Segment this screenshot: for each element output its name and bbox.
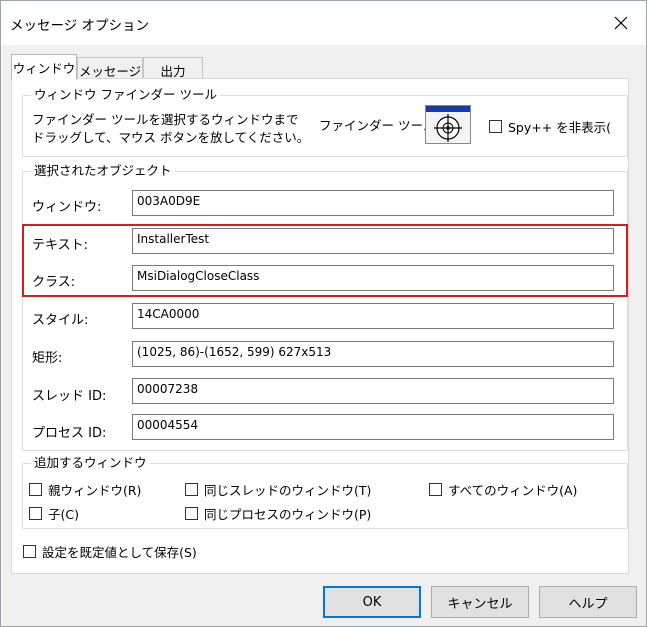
style-label: スタイル: (32, 313, 89, 328)
additional-windows-title: 追加するウィンドウ (31, 455, 150, 471)
thread-id-label: スレッド ID: (32, 389, 107, 404)
child-checkbox-box[interactable] (29, 507, 42, 520)
rect-label: 矩形: (32, 351, 63, 366)
same-thread-label: 同じスレッドのウィンドウ(T) (204, 483, 372, 498)
title-bar: メッセージ オプション (1, 1, 646, 45)
all-windows-checkbox-box[interactable] (429, 483, 442, 496)
cancel-button[interactable]: キャンセル (431, 586, 529, 618)
hide-spy-checkbox-box[interactable] (489, 120, 502, 133)
hide-spy-label: Spy++ を非表示( (508, 120, 612, 135)
same-process-checkbox-box[interactable] (185, 507, 198, 520)
same-process-label: 同じプロセスのウィンドウ(P) (204, 507, 372, 522)
process-id-label: プロセス ID: (32, 426, 107, 441)
finder-instruction-line2: ドラッグして、マウス ボタンを放してください。 (32, 130, 310, 145)
process-id-field[interactable]: 00004554 (132, 414, 614, 440)
selected-object-title: 選択されたオブジェクト (31, 163, 175, 179)
class-label: クラス: (32, 275, 76, 290)
save-default-label: 設定を既定値として保存(S) (42, 545, 197, 560)
same-thread-checkbox[interactable]: 同じスレッドのウィンドウ(T) (185, 480, 371, 499)
finder-group-title: ウィンドウ ファインダー ツール (31, 87, 220, 103)
ok-button[interactable]: OK (323, 586, 421, 618)
finder-instruction-line1: ファインダー ツールを選択するウィンドウまで (32, 112, 299, 127)
rect-field[interactable]: (1025, 86)-(1652, 599) 627x513 (132, 341, 614, 367)
all-windows-checkbox[interactable]: すべてのウィンドウ(A) (429, 480, 577, 499)
same-process-checkbox[interactable]: 同じプロセスのウィンドウ(P) (185, 504, 371, 523)
save-default-checkbox-box[interactable] (23, 545, 36, 558)
text-field[interactable]: InstallerTest (132, 228, 614, 254)
close-button[interactable] (604, 7, 638, 39)
style-field[interactable]: 14CA0000 (132, 303, 614, 329)
window-title: メッセージ オプション (10, 18, 150, 34)
parent-window-checkbox-box[interactable] (29, 483, 42, 496)
close-icon (614, 16, 628, 30)
tab-window[interactable]: ウィンドウ (11, 54, 77, 80)
window-handle-field[interactable]: 003A0D9E (132, 190, 614, 216)
finder-tool[interactable] (425, 105, 471, 144)
child-checkbox[interactable]: 子(C) (29, 504, 79, 523)
finder-tool-label: ファインダー ツール: (319, 118, 440, 133)
save-default-checkbox[interactable]: 設定を既定値として保存(S) (23, 542, 197, 561)
same-thread-checkbox-box[interactable] (185, 483, 198, 496)
tab-output[interactable]: 出力 (143, 57, 203, 79)
help-button[interactable]: ヘルプ (539, 586, 637, 618)
text-label: テキスト: (32, 238, 88, 253)
tab-message[interactable]: メッセージ (77, 57, 143, 79)
hide-spy-checkbox[interactable]: Spy++ を非表示( (489, 117, 611, 136)
class-field[interactable]: MsiDialogCloseClass (132, 265, 614, 291)
window-handle-label: ウィンドウ: (32, 200, 102, 215)
child-label: 子(C) (48, 507, 79, 522)
parent-window-label: 親ウィンドウ(R) (48, 483, 142, 498)
message-options-dialog: メッセージ オプション ウィンドウ メッセージ 出力 ウィンドウ ファインダー … (0, 0, 647, 627)
all-windows-label: すべてのウィンドウ(A) (448, 483, 578, 498)
parent-window-checkbox[interactable]: 親ウィンドウ(R) (29, 480, 141, 499)
thread-id-field[interactable]: 00007238 (132, 378, 614, 404)
finder-crosshair-icon (426, 106, 470, 143)
